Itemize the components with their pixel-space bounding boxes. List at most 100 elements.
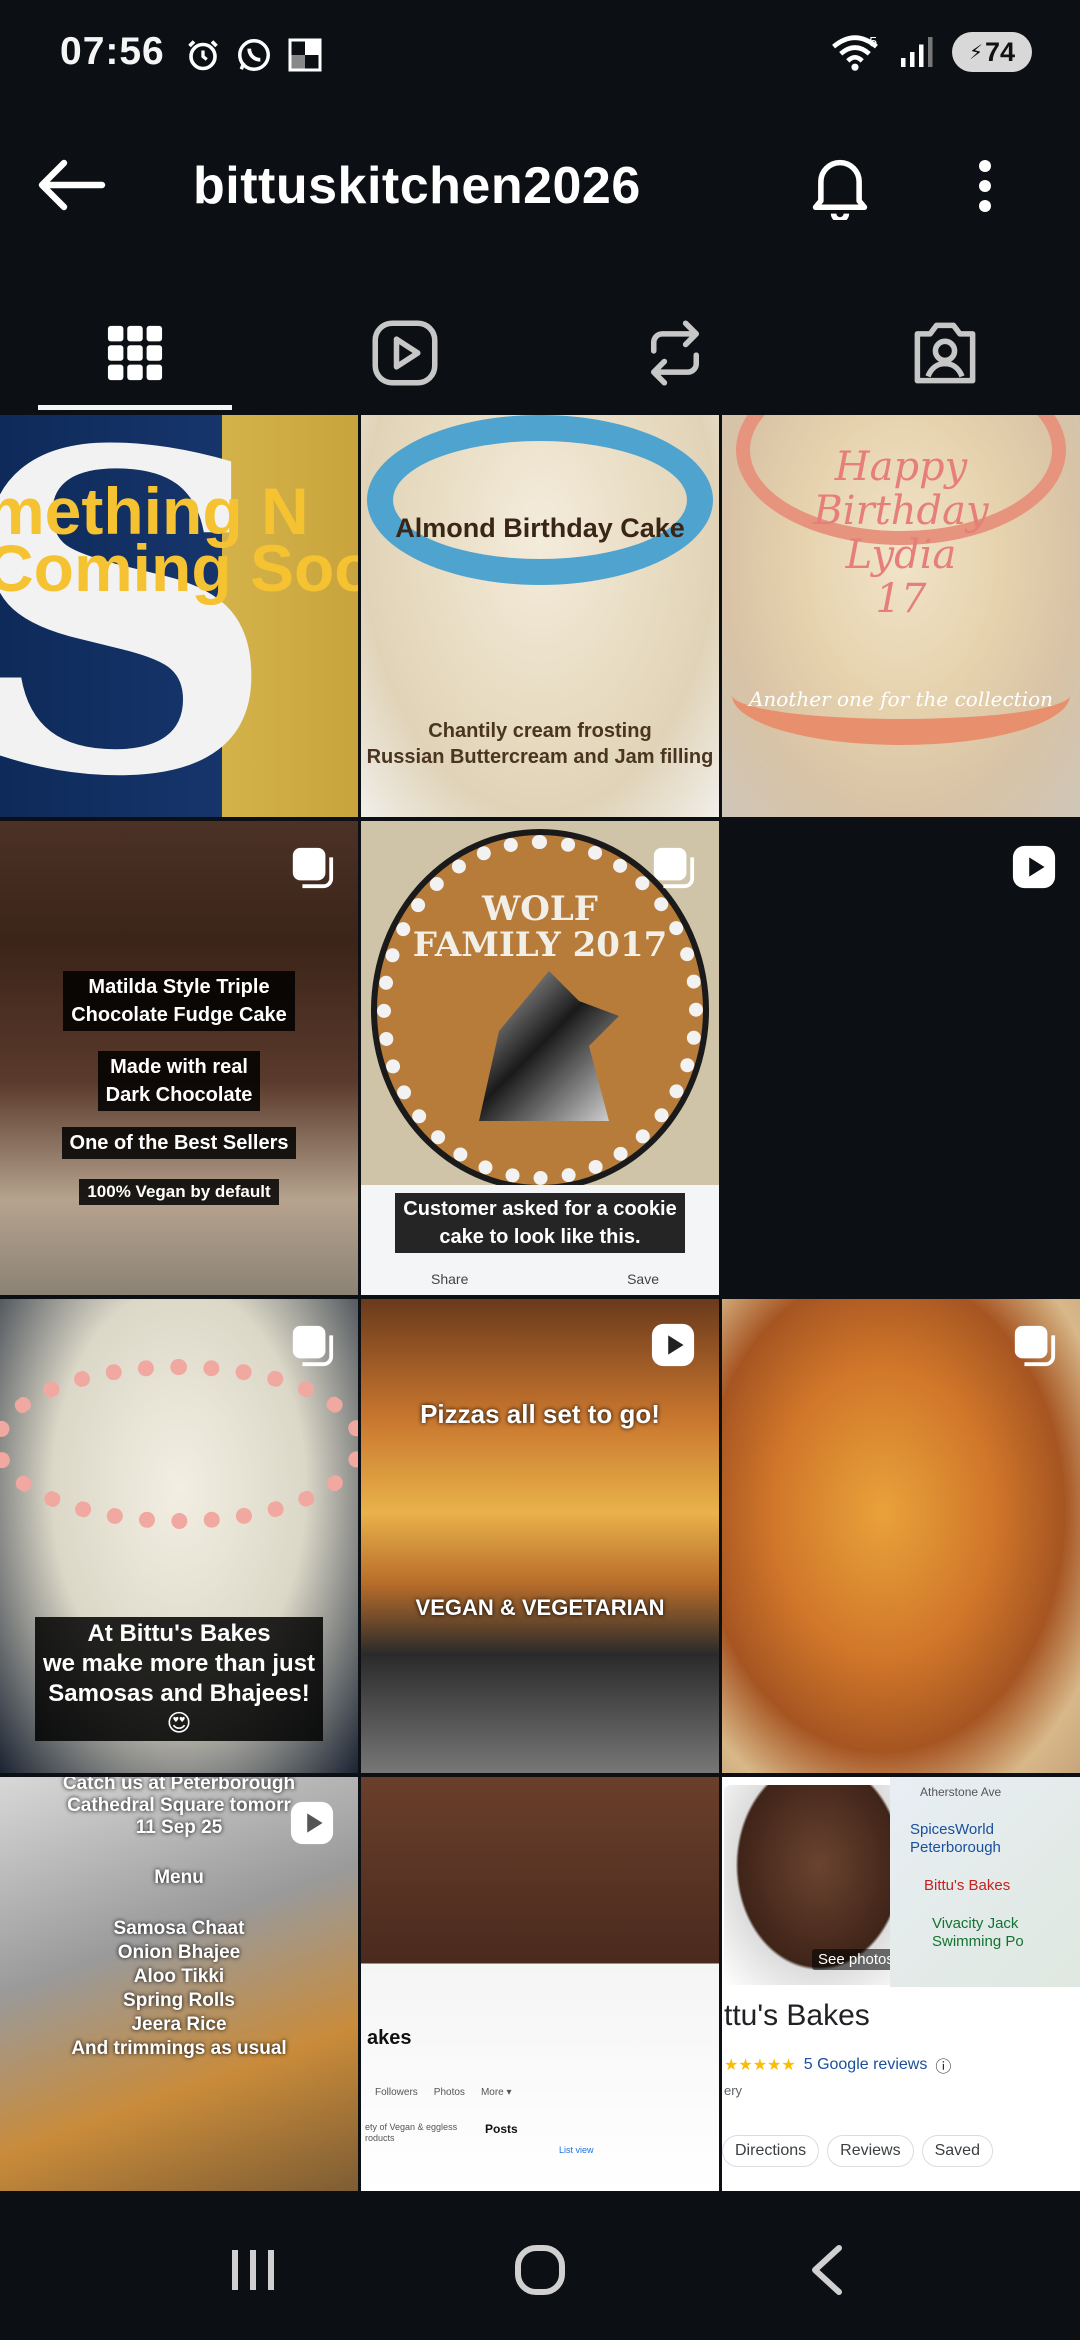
battery-icon: ⚡ 74 (952, 32, 1032, 72)
svg-text:5: 5 (869, 35, 877, 51)
home-icon (514, 2245, 565, 2295)
cake-writing: Happy Birthday Lydia 17 (813, 444, 989, 622)
map-label: Atherstone Ave (920, 1785, 1002, 1799)
notifications-button[interactable] (800, 146, 880, 226)
repost-icon (650, 319, 700, 386)
carousel-icon (1014, 1325, 1056, 1367)
whatsapp-icon (238, 39, 270, 71)
post-caption: VEGAN & VEGETARIAN (415, 1595, 665, 1620)
profile-header: bittuskitchen2026 (0, 120, 1080, 250)
status-time: 07:56 (60, 30, 165, 73)
post-caption: Another one for the collection (748, 687, 1054, 711)
posts-grid: S mething N Coming Soo Almond Birthday C… (0, 415, 1080, 2195)
cookie-writing: WOLF FAMILY 2017 (412, 889, 668, 965)
list-view-label: List view (559, 2145, 594, 2155)
page-description: ety of Vegan & eggless roducts (365, 2122, 458, 2143)
grid-icon (107, 325, 163, 380)
info-icon: ⓘ (935, 2059, 952, 2076)
tab-reposts[interactable] (540, 290, 810, 415)
cake-top (0, 1359, 358, 1529)
home-button[interactable] (480, 2225, 600, 2315)
back-icon (811, 2245, 842, 2295)
system-nav-bar (0, 2200, 1080, 2340)
post-caption: 100% Vegan by default (0, 1179, 358, 1205)
caption-pill: Customer asked for a cookie cake to look… (395, 1193, 685, 1253)
alarm-icon (188, 40, 218, 71)
map-preview: Atherstone Ave SpicesWorld Peterborough … (890, 1777, 1080, 1987)
post-tile[interactable]: Happy Birthday Lydia 17 Another one for … (722, 415, 1080, 817)
post-tile[interactable]: At Bittu's Bakes we make more than just … (0, 1299, 358, 1773)
page-tab: Followers (375, 2087, 418, 2098)
carousel-icon (292, 847, 334, 889)
post-tile[interactable] (722, 1299, 1080, 1773)
rating-row: ★★★★★ 5 Google reviews ⓘ (724, 2053, 951, 2077)
arrow-left-icon (38, 159, 106, 211)
wifi-icon: 5 (832, 35, 878, 71)
post-subtitle: Chantily cream frosting Russian Buttercr… (361, 718, 719, 770)
map-label: Bittu's Bakes (924, 1877, 1011, 1894)
carousel-badge (288, 1321, 336, 1369)
post-tile[interactable]: See photos Atherstone Ave SpicesWorld Pe… (722, 1777, 1080, 2191)
status-icons-left (185, 36, 323, 74)
menu-title: Menu (154, 1867, 204, 1888)
page-tab: Photos (433, 2087, 465, 2098)
saved-chip: Saved (921, 2135, 993, 2167)
signal-icon (901, 37, 933, 67)
posts-label: Posts (485, 2122, 518, 2136)
tab-tagged[interactable] (810, 290, 1080, 415)
post-caption: Pizzas all set to go! (420, 1399, 660, 1429)
post-caption: Customer asked for a cookie cake to look… (361, 1193, 719, 1253)
back-button[interactable] (30, 150, 110, 220)
battery-level: 74 (985, 36, 1016, 67)
post-tile[interactable]: akes Followers Photos More ▾ ety of Vega… (361, 1777, 719, 2191)
tagged-icon (914, 322, 976, 383)
post-tile[interactable]: Almond Birthday Cake Chantily cream fros… (361, 415, 719, 817)
status-icons-right: 5 ⚡ 74 (830, 32, 1032, 72)
page-name: akes (367, 2027, 412, 2049)
page-tabs: Followers Photos More ▾ (375, 2087, 512, 2098)
post-tile[interactable] (722, 821, 1080, 1295)
post-caption: At Bittu's Bakes we make more than just … (0, 1617, 358, 1741)
reels-icon (372, 319, 438, 386)
post-tile[interactable]: S mething N Coming Soo (0, 415, 358, 817)
post-tile[interactable]: Matilda Style Triple Chocolate Fudge Cak… (0, 821, 358, 1295)
post-subtitle-line: Russian Buttercream and Jam filling (366, 746, 714, 768)
post-title: Almond Birthday Cake (395, 513, 685, 543)
more-options-button[interactable] (955, 146, 1015, 226)
post-caption: One of the Best Sellers (0, 1127, 358, 1159)
recents-button[interactable] (193, 2225, 313, 2315)
post-tile[interactable]: Catch us at Peterborough Cathedral Squar… (0, 1777, 358, 2191)
caption-pill: One of the Best Sellers (61, 1127, 297, 1159)
save-label: Save (627, 1271, 659, 1287)
profile-tabs (0, 290, 1080, 415)
carousel-icon (292, 1325, 334, 1367)
more-vertical-icon (979, 160, 991, 212)
business-name: ttu's Bakes (724, 1999, 870, 2032)
reel-icon (651, 1323, 695, 1367)
tab-reels[interactable] (270, 290, 540, 415)
post-text: Coming Soo (0, 531, 358, 605)
tab-posts[interactable] (0, 290, 270, 415)
business-category: ery (724, 2083, 743, 2098)
map-label: SpicesWorld Peterborough (910, 1821, 1001, 1856)
post-caption: Matilda Style Triple Chocolate Fudge Cak… (0, 971, 358, 1031)
post-caption: Made with real Dark Chocolate (0, 1051, 358, 1111)
carousel-badge (288, 843, 336, 891)
page-title: bittuskitchen2026 (193, 157, 641, 215)
star-rating: ★★★★★ (724, 2057, 796, 2074)
post-caption: Catch us at Peterborough Cathedral Squar… (62, 1777, 296, 1838)
system-back-button[interactable] (767, 2225, 887, 2315)
directions-chip: Directions (722, 2135, 820, 2167)
post-tile[interactable]: WOLF FAMILY 2017 Share Save Customer ask… (361, 821, 719, 1295)
carousel-badge (649, 843, 697, 891)
page-tab: More ▾ (480, 2087, 512, 2098)
nyt-icon (288, 38, 322, 72)
active-tab-indicator (38, 405, 232, 410)
post-tile[interactable]: Pizzas all set to go! VEGAN & VEGETARIAN (361, 1299, 719, 1773)
map-label: Vivacity Jack Swimming Po (932, 1915, 1024, 1950)
post-subtitle-line: Chantily cream frosting (428, 720, 652, 742)
see-photos-label: See photos (812, 1949, 900, 1970)
menu-list: Samosa Chaat Onion Bhajee Aloo Tikki Spr… (71, 1918, 287, 2059)
reviews-count: 5 Google reviews (803, 2056, 928, 2073)
carousel-badge (1010, 1321, 1058, 1369)
